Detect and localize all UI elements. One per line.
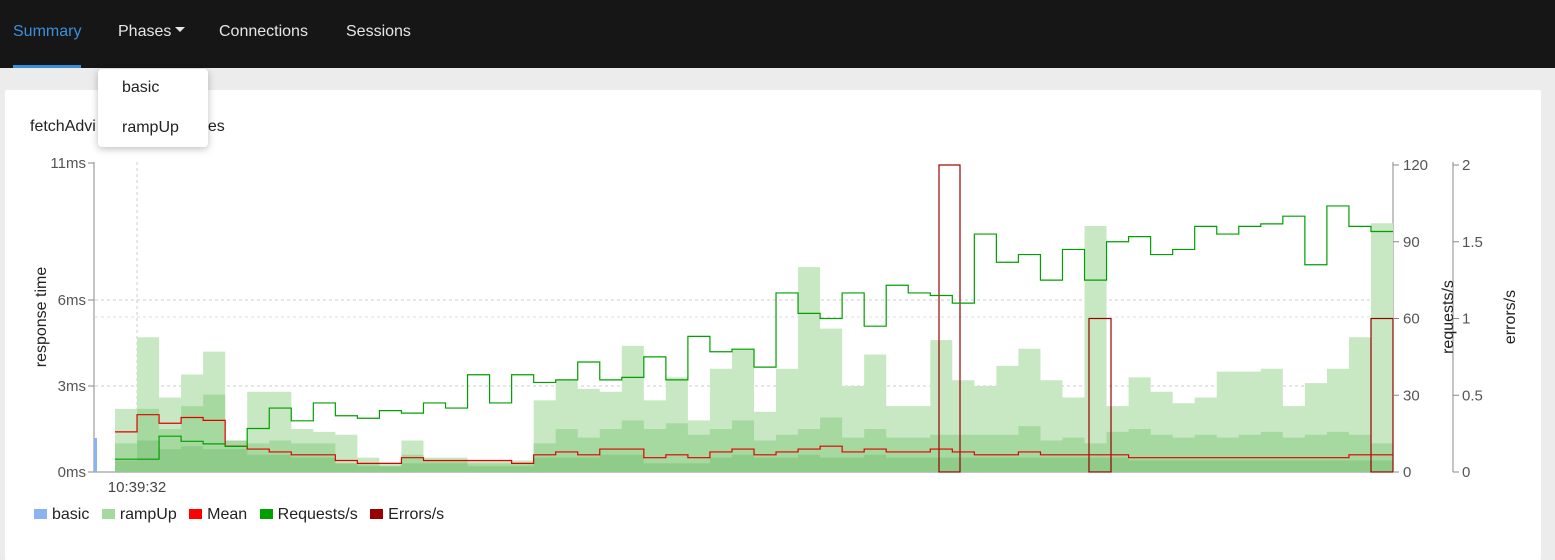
legend-item-errors[interactable]: Errors/s <box>370 506 444 524</box>
left-axis-title: response time <box>33 267 50 368</box>
left-axis-tick-label: 0ms <box>58 464 86 481</box>
legend-swatch <box>259 508 273 519</box>
legend-label: Errors/s <box>388 506 445 523</box>
right-axis-2-tick-label: 1 <box>1462 311 1470 328</box>
legend-label: Requests/s <box>277 506 358 523</box>
legend-item-rampup[interactable]: rampUp <box>101 506 177 524</box>
right-axis-2-tick-label: 0.5 <box>1462 387 1483 404</box>
right-axis-2-tick-label: 2 <box>1462 157 1470 174</box>
response-time-chart: 0ms 3ms 6ms 11ms 0 30 60 90 120 0 0.5 1 1.5 2 10:39:32… <box>33 155 1519 496</box>
legend-item-basic[interactable]: basic <box>34 506 89 524</box>
legend-item-mean[interactable]: Mean <box>189 506 247 524</box>
right-axis-1-tick-label: 60 <box>1403 311 1420 328</box>
legend-label: Mean <box>207 506 248 523</box>
right-axis-2-tick-label: 1.5 <box>1462 234 1483 251</box>
legend-item-requests[interactable]: Requests/s <box>259 506 358 524</box>
right-axis-1-tick-label: 0 <box>1403 464 1411 481</box>
legend-swatch <box>101 508 115 519</box>
left-axis-tick-label: 3ms <box>58 378 86 395</box>
left-axis-tick-label: 6ms <box>58 292 86 309</box>
legend-label: rampUp <box>119 506 177 523</box>
phases-menu-item-rampup[interactable]: rampUp <box>122 119 179 137</box>
legend-swatch <box>370 508 384 519</box>
right-axis-2-tick-label: 0 <box>1462 464 1470 481</box>
legend-label: basic <box>52 506 90 523</box>
right-axis-1-title: requests/s <box>1440 280 1457 354</box>
right-axis-1-tick-label: 90 <box>1403 234 1420 251</box>
legend-swatch <box>34 508 47 519</box>
chart-legend: basic rampUp Mean Requests/s Errors/s <box>34 506 452 524</box>
basic-bar <box>94 438 97 472</box>
phases-menu-item-basic[interactable]: basic <box>122 79 159 97</box>
x-axis-tick-label: 10:39:32 <box>108 479 166 496</box>
right-axis-2-title: errors/s <box>1502 290 1519 344</box>
left-axis-tick-label: 11ms <box>50 155 86 172</box>
legend-swatch <box>189 508 203 519</box>
phases-dropdown-menu: basic rampUp <box>98 69 208 147</box>
right-axis-1-tick-label: 30 <box>1403 387 1420 404</box>
right-axis-1-tick-label: 120 <box>1403 157 1428 174</box>
